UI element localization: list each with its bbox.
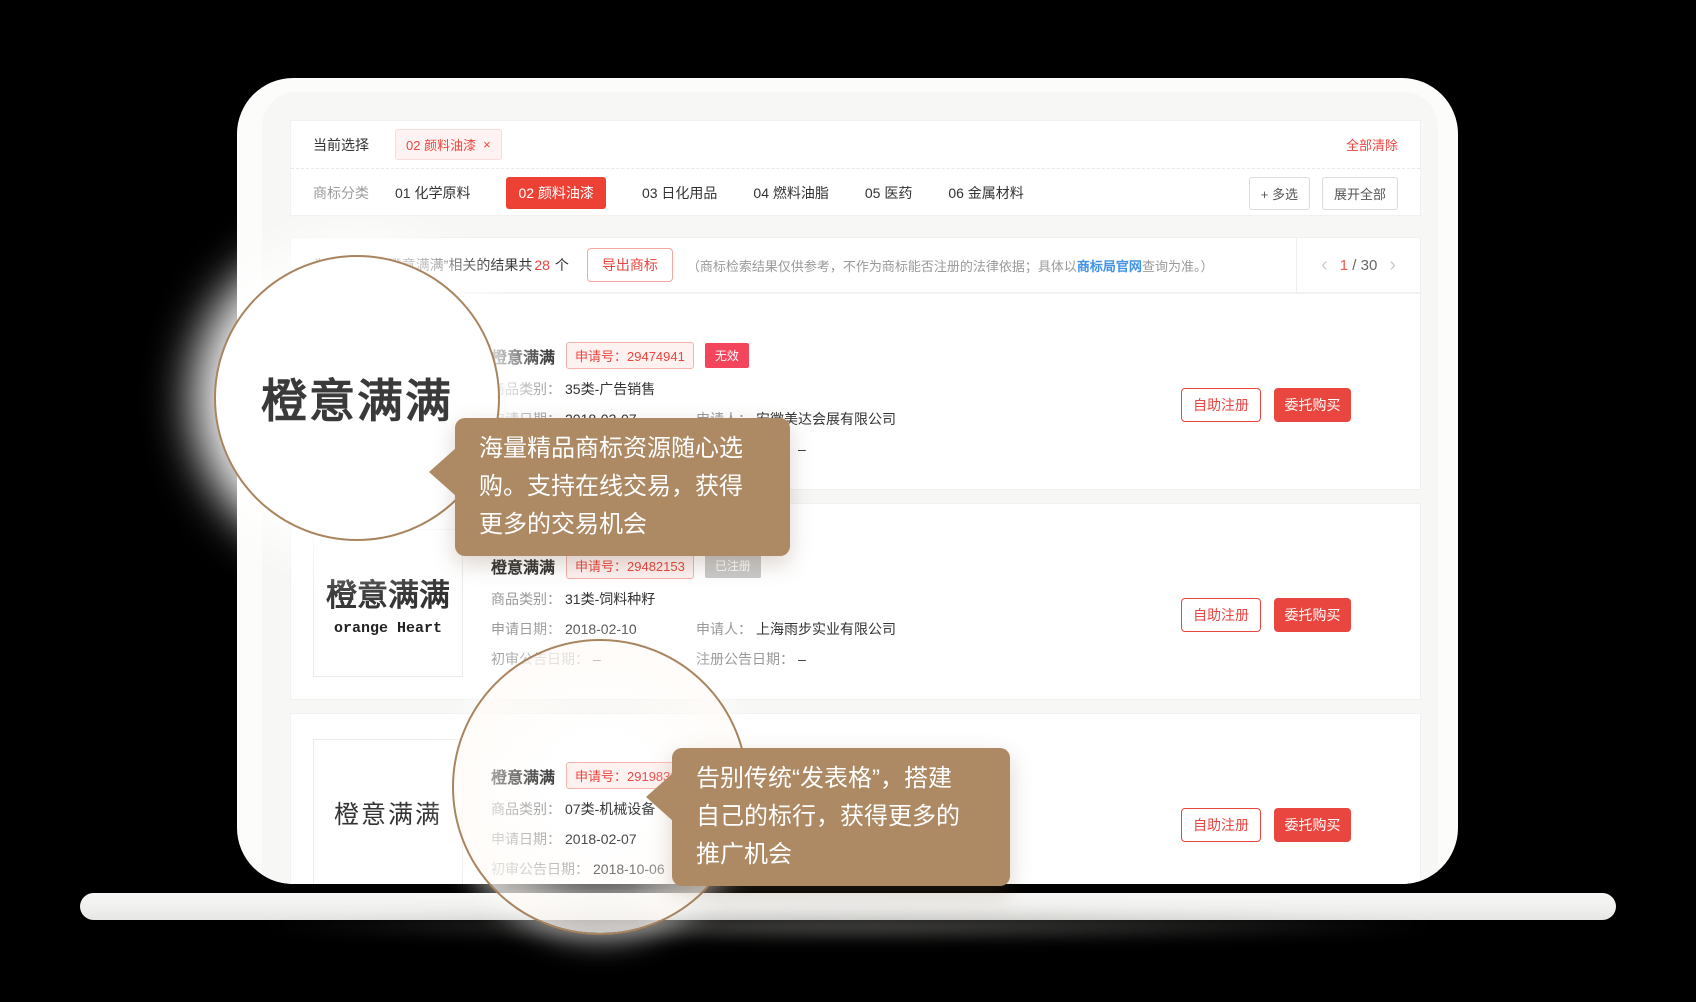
applicant-value: 上海雨步实业有限公司 xyxy=(756,619,896,639)
row-actions: 自助注册 委托购买 xyxy=(1181,808,1351,842)
category-field-label: 商品类别： xyxy=(491,379,561,399)
expand-all-button[interactable]: 展开全部 xyxy=(1322,177,1398,210)
status-badge: 已注册 xyxy=(705,553,761,578)
tooltip-trade-resources: 海量精品商标资源随心选 购。支持在线交易，获得 更多的交易机会 xyxy=(455,418,790,556)
prev-page-icon[interactable]: ‹ xyxy=(1321,255,1328,275)
category-tools: + 多选 展开全部 xyxy=(1249,177,1398,210)
self-register-button[interactable]: 自助注册 xyxy=(1181,388,1261,422)
disclaimer-post: 查询为准。） xyxy=(1142,259,1214,274)
entrust-buy-button[interactable]: 委托购买 xyxy=(1274,388,1351,422)
results-summary-suffix: 个 xyxy=(555,257,569,273)
trademark-name: 橙意满满 xyxy=(491,344,555,368)
application-number-tag: 申请号：29482153 xyxy=(566,552,694,579)
category-row: 商标分类 01 化学原料 02 颜料油漆 03 日化用品 04 燃料油脂 05 医药 06… xyxy=(291,169,1420,217)
category-field-label: 商品类别： xyxy=(491,589,561,609)
stage: 当前选择 02 颜料油漆 × 全部清除 商标分类 01 化学原料02 颜料油漆0… xyxy=(0,0,1696,1002)
category-item-4[interactable]: 04 燃料油脂 xyxy=(753,183,828,203)
entrust-buy-button[interactable]: 委托购买 xyxy=(1274,808,1351,842)
trademark-image-subtext: orange Heart xyxy=(334,620,442,637)
apply-date-label: 申请日期： xyxy=(491,619,561,639)
tooltip-promotion: 告别传统“发表格”，搭建 自己的标行，获得更多的 推广机会 xyxy=(672,748,1010,886)
current-page: 1 xyxy=(1340,257,1348,274)
current-selection-row: 当前选择 02 颜料油漆 × 全部清除 xyxy=(291,121,1420,169)
category-item-6[interactable]: 06 金属材料 xyxy=(948,183,1023,203)
export-trademark-button[interactable]: 导出商标 xyxy=(587,248,673,282)
selected-filter-tag-text: 02 颜料油漆 xyxy=(406,135,476,154)
multi-select-button[interactable]: + 多选 xyxy=(1249,177,1310,210)
pagination: ‹ 1 / 30 › xyxy=(1296,238,1420,292)
trademark-image-text: 橙意满满 xyxy=(326,570,450,615)
trademark-image-text: 橙意满满 xyxy=(334,795,442,831)
filter-panel: 当前选择 02 颜料油漆 × 全部清除 商标分类 01 化学原料02 颜料油漆0… xyxy=(290,120,1421,216)
self-register-button[interactable]: 自助注册 xyxy=(1181,598,1261,632)
laptop-base xyxy=(80,893,1616,920)
row-actions: 自助注册 委托购买 xyxy=(1181,388,1351,422)
apply-date-value: 2018-02-10 xyxy=(565,619,637,639)
category-item-3[interactable]: 03 日化用品 xyxy=(642,183,717,203)
total-pages: 30 xyxy=(1361,257,1378,274)
category-item-1[interactable]: 01 化学原料 xyxy=(395,183,470,203)
entrust-buy-button[interactable]: 委托购买 xyxy=(1274,598,1351,632)
application-number-tag: 申请号：29474941 xyxy=(566,342,694,369)
registration-announce-value: – xyxy=(798,439,806,459)
page-indicator: 1 / 30 xyxy=(1340,257,1378,274)
clear-all-link[interactable]: 全部清除 xyxy=(1346,135,1398,154)
current-selection-label: 当前选择 xyxy=(313,135,369,155)
trademark-office-link[interactable]: 商标局官网 xyxy=(1077,259,1142,274)
disclaimer-text: （商标检索结果仅供参考，不作为商标能否注册的法律依据；具体以商标局官网查询为准。… xyxy=(687,256,1214,275)
status-badge: 无效 xyxy=(705,343,749,368)
applicant-label: 申请人： xyxy=(696,619,752,639)
trademark-name: 橙意满满 xyxy=(491,554,555,578)
magnified-trademark-text: 橙意满满 xyxy=(261,365,453,431)
close-icon[interactable]: × xyxy=(483,137,491,152)
page-separator: / xyxy=(1352,257,1356,274)
registration-announce-value: – xyxy=(798,649,806,669)
category-value: 35类-广告销售 xyxy=(565,379,655,399)
self-register-button[interactable]: 自助注册 xyxy=(1181,808,1261,842)
next-page-icon[interactable]: › xyxy=(1389,255,1396,275)
row-actions: 自助注册 委托购买 xyxy=(1181,598,1351,632)
trademark-title-line: 橙意满满 申请号：29482153 已注册 xyxy=(491,552,1420,579)
selected-filter-tag[interactable]: 02 颜料油漆 × xyxy=(395,129,502,160)
registration-announce-label: 注册公告日期： xyxy=(696,649,794,669)
trademark-title-line: 橙意满满 申请号：29474941 无效 xyxy=(491,342,1420,369)
trademark-image: 橙意满满 xyxy=(313,739,463,884)
category-item-5[interactable]: 05 医药 xyxy=(865,183,912,203)
category-label: 商标分类 xyxy=(313,183,369,203)
results-header: 为您检索到“橙意满满”相关的结果共28个 导出商标 （商标检索结果仅供参考，不作… xyxy=(290,237,1421,293)
category-value: 31类-饲料种籽 xyxy=(565,589,655,609)
disclaimer-pre: （商标检索结果仅供参考，不作为商标能否注册的法律依据；具体以 xyxy=(687,259,1077,274)
results-count: 28 xyxy=(534,257,550,273)
trademark-image: 橙意满满 orange Heart xyxy=(313,529,463,677)
category-item-2[interactable]: 02 颜料油漆 xyxy=(506,177,605,209)
category-list: 01 化学原料 02 颜料油漆 03 日化用品 04 燃料油脂 05 医药 06 金属材料 xyxy=(395,177,1024,209)
